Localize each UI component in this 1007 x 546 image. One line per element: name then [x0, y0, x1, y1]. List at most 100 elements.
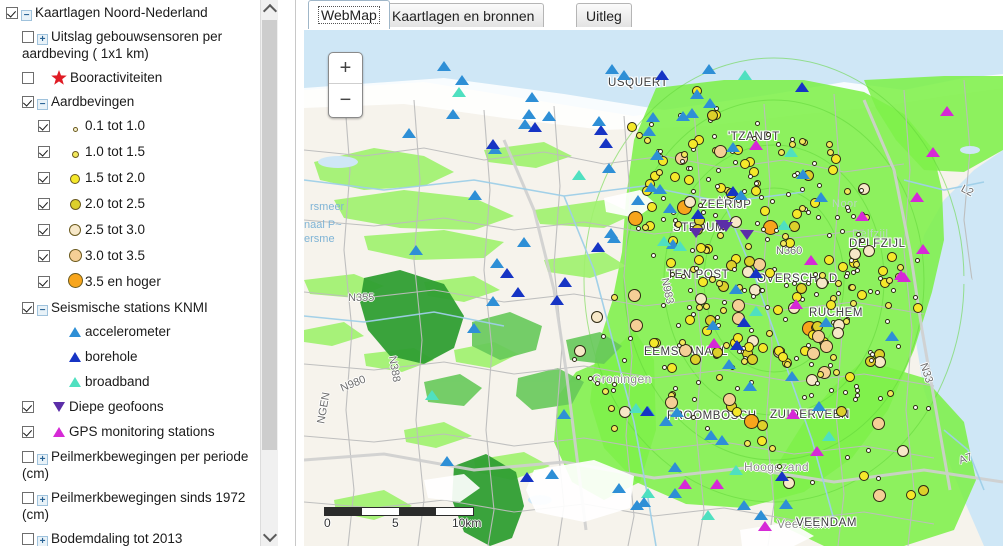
collapse-minus-icon[interactable]: − [37, 305, 48, 316]
earthquake-marker[interactable] [665, 257, 676, 268]
seismic-station-marker[interactable] [612, 482, 627, 493]
earthquake-marker[interactable] [607, 405, 615, 413]
earthquake-marker[interactable] [719, 307, 727, 315]
layer-checkbox[interactable] [22, 302, 34, 314]
earthquake-marker[interactable] [611, 387, 617, 393]
earthquake-marker[interactable] [680, 150, 688, 158]
layer-item-peilmerkbewegingen-per-periode[interactable]: + Peilmerkbewegingen per periode (cm) [6, 448, 276, 482]
earthquake-marker[interactable] [734, 386, 740, 392]
seismic-station-marker[interactable] [701, 63, 716, 74]
seismic-station-marker[interactable] [794, 82, 809, 93]
earthquake-marker[interactable] [642, 223, 650, 231]
layer-item-kaartlagen-noord-nederland[interactable]: − Kaartlagen Noord-Nederland [6, 4, 276, 21]
earthquake-marker[interactable] [853, 260, 861, 268]
seismic-station-marker[interactable] [685, 108, 700, 119]
seismic-station-marker[interactable] [814, 191, 829, 202]
seismic-station-marker[interactable] [703, 429, 718, 440]
seismic-station-marker[interactable] [437, 61, 452, 72]
earthquake-marker[interactable] [886, 389, 894, 397]
seismic-station-marker[interactable] [677, 479, 692, 490]
earthquake-marker[interactable] [765, 329, 773, 337]
seismic-station-marker[interactable] [854, 211, 869, 222]
earthquake-marker[interactable] [754, 120, 760, 126]
earthquake-marker[interactable] [708, 275, 716, 283]
earthquake-marker[interactable] [731, 406, 742, 417]
earthquake-marker[interactable] [750, 185, 761, 196]
earthquake-marker[interactable] [795, 283, 807, 295]
earthquake-marker[interactable] [678, 343, 692, 357]
seismic-station-marker[interactable] [468, 189, 483, 200]
collapse-minus-icon[interactable]: − [21, 10, 32, 21]
earthquake-marker[interactable] [675, 323, 681, 329]
earthquake-marker[interactable] [802, 394, 808, 400]
earthquake-marker[interactable] [783, 316, 789, 322]
seismic-station-marker[interactable] [645, 111, 660, 122]
earthquake-marker[interactable] [601, 387, 609, 395]
earthquake-marker[interactable] [643, 136, 651, 144]
seismic-station-marker[interactable] [571, 170, 586, 181]
layer-checkbox[interactable] [38, 120, 50, 132]
seismic-station-marker[interactable] [795, 168, 810, 179]
layer-item-broadband[interactable]: broadband [6, 373, 276, 391]
seismic-station-marker[interactable] [885, 330, 900, 341]
earthquake-marker[interactable] [890, 287, 896, 293]
seismic-station-marker[interactable] [729, 465, 744, 476]
layer-checkbox[interactable] [38, 198, 50, 210]
seismic-station-marker[interactable] [451, 87, 466, 98]
earthquake-marker[interactable] [808, 362, 814, 368]
seismic-station-marker[interactable] [663, 203, 677, 214]
layer-item-mag-0-1-1-0[interactable]: 0.1 tot 1.0 [6, 117, 276, 136]
earthquake-marker[interactable] [712, 212, 718, 218]
earthquake-marker[interactable] [812, 271, 818, 277]
seismic-station-marker[interactable] [738, 70, 753, 81]
earthquake-marker[interactable] [684, 174, 695, 185]
earthquake-marker[interactable] [753, 180, 759, 186]
layer-item-mag-1-0-1-5[interactable]: 1.0 tot 1.5 [6, 143, 276, 162]
seismic-station-marker[interactable] [812, 401, 827, 412]
earthquake-marker[interactable] [760, 227, 766, 233]
earthquake-marker[interactable] [600, 333, 606, 339]
zoom-control[interactable]: + − [328, 52, 363, 118]
earthquake-marker[interactable] [744, 242, 752, 250]
seismic-station-marker[interactable] [544, 469, 559, 480]
seismic-station-marker[interactable] [743, 381, 758, 392]
seismic-station-marker[interactable] [641, 487, 656, 498]
expand-plus-icon[interactable]: + [37, 536, 48, 546]
seismic-station-marker[interactable] [785, 408, 800, 419]
seismic-station-marker[interactable] [775, 471, 790, 482]
earthquake-marker[interactable] [835, 279, 843, 287]
earthquake-marker[interactable] [839, 228, 845, 234]
earthquake-marker[interactable] [809, 479, 815, 485]
earthquake-marker[interactable] [621, 358, 627, 364]
layer-item-diepe-geofoons[interactable]: Diepe geofoons [6, 398, 276, 416]
earthquake-marker[interactable] [823, 255, 834, 266]
earthquake-marker[interactable] [688, 138, 699, 149]
expand-plus-icon[interactable]: + [37, 34, 48, 45]
earthquake-marker[interactable] [793, 355, 799, 361]
seismic-station-marker[interactable] [672, 240, 687, 251]
seismic-station-marker[interactable] [408, 244, 423, 255]
seismic-station-marker[interactable] [737, 500, 752, 511]
earthquake-marker[interactable] [590, 310, 603, 323]
seismic-station-marker[interactable] [445, 109, 460, 120]
layer-item-mag-2-0-2-5[interactable]: 2.0 tot 2.5 [6, 195, 276, 214]
earthquake-marker[interactable] [769, 199, 775, 205]
seismic-station-marker[interactable] [803, 255, 818, 266]
layer-checkbox[interactable] [22, 426, 34, 438]
layer-checkbox[interactable] [22, 492, 34, 504]
earthquake-marker[interactable] [858, 470, 869, 481]
layer-checkbox[interactable] [22, 72, 34, 84]
seismic-station-marker[interactable] [499, 268, 514, 279]
layer-item-mag-3-5-en-hoger[interactable]: 3.5 en hoger [6, 273, 276, 292]
earthquake-marker[interactable] [721, 299, 727, 305]
earthquake-marker[interactable] [691, 311, 697, 317]
zoom-in-button[interactable]: + [329, 53, 362, 84]
earthquake-marker[interactable] [651, 252, 657, 258]
seismic-station-marker[interactable] [725, 141, 740, 152]
earthquake-marker[interactable] [865, 447, 871, 453]
seismic-station-marker[interactable] [650, 150, 665, 161]
layer-checkbox[interactable] [38, 224, 50, 236]
seismic-station-marker[interactable] [640, 406, 655, 417]
seismic-station-marker[interactable] [754, 509, 769, 520]
earthquake-marker[interactable] [698, 276, 709, 287]
